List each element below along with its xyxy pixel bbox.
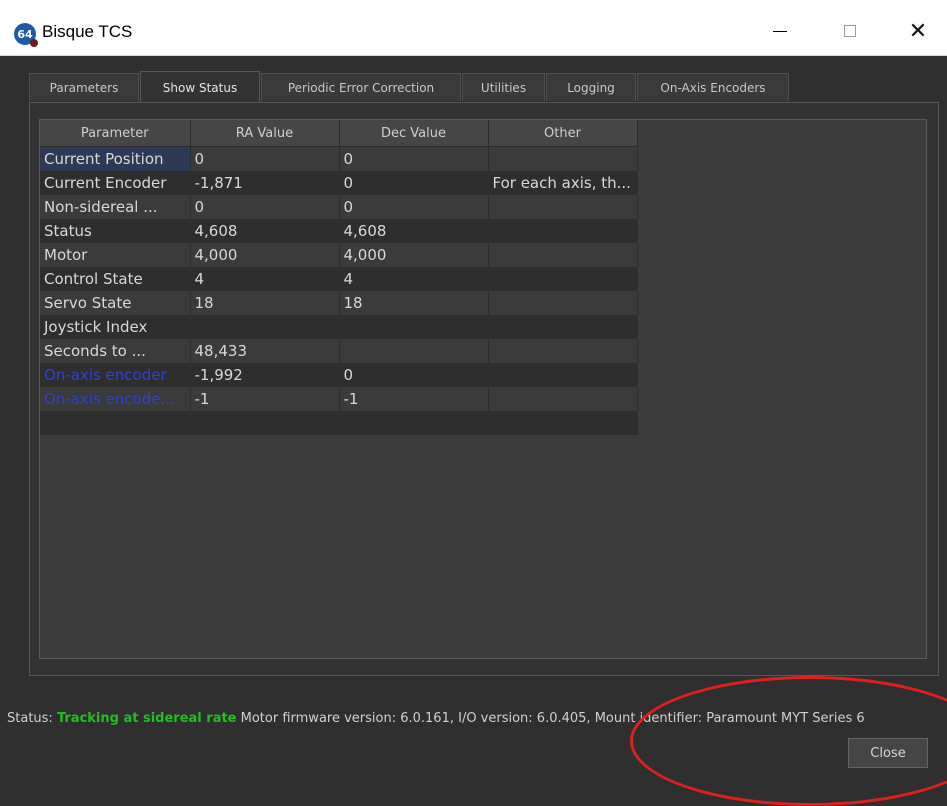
maximize-icon [844, 25, 856, 37]
maximize-button[interactable] [830, 16, 870, 46]
header-parameter[interactable]: Parameter [40, 120, 191, 147]
cell-other[interactable] [488, 339, 638, 363]
cell-other[interactable] [488, 363, 638, 387]
cell-dec[interactable]: 4 [339, 267, 489, 291]
tab-parameters[interactable]: Parameters [29, 73, 139, 101]
cell-parameter[interactable]: On-axis encode... [40, 387, 191, 411]
cell-ra[interactable]: 0 [190, 146, 340, 171]
cell-parameter[interactable]: Joystick Index [40, 315, 191, 339]
tab-on-axis-encoders[interactable]: On-Axis Encoders [637, 73, 789, 101]
show-status-panel: Parameter RA Value Dec Value Other Curre… [29, 102, 939, 676]
tracking-status: Tracking at sidereal rate [56, 711, 237, 726]
table-row[interactable]: Non-sidereal ... 0 0 [40, 195, 638, 219]
table-row[interactable]: Status 4,608 4,608 [40, 219, 638, 243]
tab-logging[interactable]: Logging [546, 73, 636, 101]
table-row[interactable]: On-axis encode... -1 -1 [40, 387, 638, 411]
tab-show-status[interactable]: Show Status [140, 71, 260, 103]
table-row[interactable]: Joystick Index [40, 315, 638, 339]
cell-ra[interactable]: -1,871 [190, 171, 340, 195]
table-row[interactable]: On-axis encoder -1,992 0 [40, 363, 638, 387]
window-title: Bisque TCS [42, 22, 133, 41]
table-row[interactable] [40, 411, 638, 435]
cell-dec[interactable] [339, 315, 489, 339]
cell-ra[interactable]: 18 [190, 291, 340, 315]
cell-ra[interactable]: 0 [190, 195, 340, 219]
cell-ra[interactable]: 4,608 [190, 219, 340, 243]
cell-dec[interactable]: 0 [339, 146, 489, 171]
cell-parameter[interactable]: Control State [40, 267, 191, 291]
cell-other[interactable] [488, 243, 638, 267]
app-icon: 64 [14, 23, 38, 47]
tab-utilities[interactable]: Utilities [462, 73, 545, 101]
minimize-button[interactable] [760, 16, 800, 46]
cell-other[interactable]: For each axis, th... [488, 171, 638, 195]
status-line: Status: Tracking at sidereal rate Motor … [7, 711, 865, 726]
table-header-row: Parameter RA Value Dec Value Other [40, 120, 638, 147]
table-row[interactable]: Current Encoder -1,871 0 For each axis, … [40, 171, 638, 195]
firmware-details: Motor firmware version: 6.0.161, I/O ver… [240, 711, 865, 726]
cell-other[interactable] [488, 411, 638, 435]
close-window-button[interactable]: ✕ [898, 16, 938, 46]
cell-dec[interactable]: 18 [339, 291, 489, 315]
cell-ra[interactable]: 4,000 [190, 243, 340, 267]
cell-dec[interactable]: 0 [339, 363, 489, 387]
status-label: Status: [7, 711, 53, 726]
cell-ra[interactable]: 48,433 [190, 339, 340, 363]
cell-dec[interactable] [339, 339, 489, 363]
cell-other[interactable] [488, 267, 638, 291]
cell-other[interactable] [488, 315, 638, 339]
cell-ra[interactable]: 4 [190, 267, 340, 291]
tab-periodic-error-correction[interactable]: Periodic Error Correction [261, 73, 461, 101]
cell-parameter[interactable]: Current Position [40, 146, 191, 171]
close-button[interactable]: Close [848, 738, 928, 768]
cell-ra[interactable]: -1 [190, 387, 340, 411]
title-bar: 64 Bisque TCS ✕ [0, 0, 947, 56]
close-icon: ✕ [908, 18, 928, 43]
cell-other[interactable] [488, 291, 638, 315]
cell-parameter[interactable]: On-axis encoder [40, 363, 191, 387]
status-table: Parameter RA Value Dec Value Other Curre… [40, 120, 638, 435]
cell-parameter[interactable]: Servo State [40, 291, 191, 315]
cell-ra[interactable] [190, 411, 340, 435]
minimize-icon [773, 30, 787, 32]
cell-parameter[interactable]: Motor [40, 243, 191, 267]
cell-dec[interactable] [339, 411, 489, 435]
table-row[interactable]: Servo State 18 18 [40, 291, 638, 315]
cell-other[interactable] [488, 219, 638, 243]
cell-dec[interactable]: -1 [339, 387, 489, 411]
cell-other[interactable] [488, 387, 638, 411]
cell-dec[interactable]: 4,000 [339, 243, 489, 267]
header-dec-value[interactable]: Dec Value [339, 120, 489, 147]
cell-dec[interactable]: 0 [339, 171, 489, 195]
header-ra-value[interactable]: RA Value [190, 120, 340, 147]
status-table-frame[interactable]: Parameter RA Value Dec Value Other Curre… [39, 119, 927, 659]
cell-parameter[interactable]: Seconds to ... [40, 339, 191, 363]
cell-parameter[interactable] [40, 411, 191, 435]
cell-parameter[interactable]: Current Encoder [40, 171, 191, 195]
header-other[interactable]: Other [488, 120, 638, 147]
cell-other[interactable] [488, 146, 638, 171]
cell-dec[interactable]: 4,608 [339, 219, 489, 243]
cell-other[interactable] [488, 195, 638, 219]
table-row[interactable]: Current Position 0 0 [40, 146, 638, 171]
cell-ra[interactable]: -1,992 [190, 363, 340, 387]
table-row[interactable]: Motor 4,000 4,000 [40, 243, 638, 267]
cell-dec[interactable]: 0 [339, 195, 489, 219]
cell-parameter[interactable]: Non-sidereal ... [40, 195, 191, 219]
table-row[interactable]: Seconds to ... 48,433 [40, 339, 638, 363]
cell-ra[interactable] [190, 315, 340, 339]
cell-parameter[interactable]: Status [40, 219, 191, 243]
table-row[interactable]: Control State 4 4 [40, 267, 638, 291]
